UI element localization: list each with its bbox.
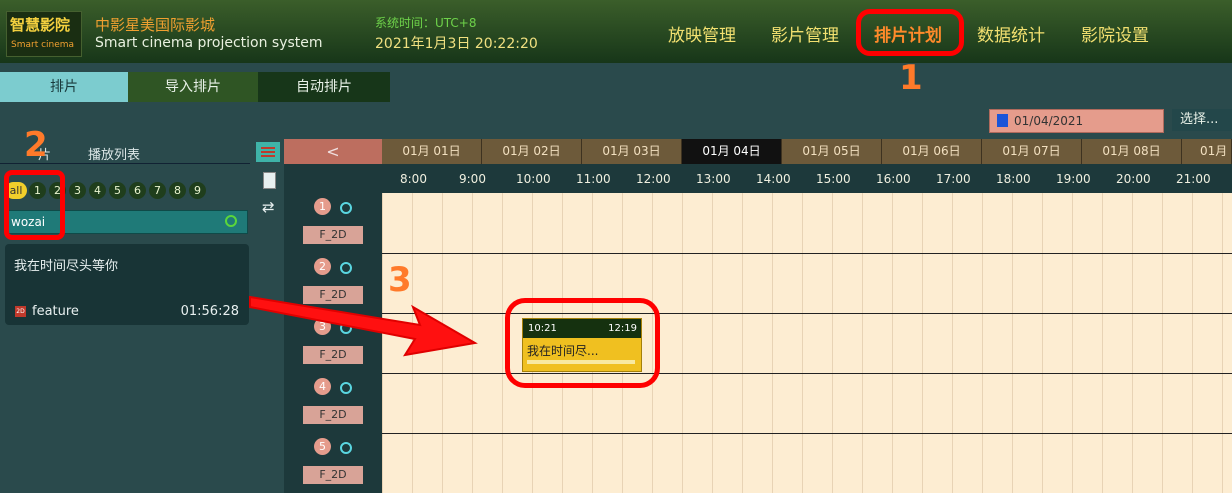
nav-statistics[interactable]: 数据统计 (977, 21, 1045, 46)
hour-label: 21:00 (1176, 172, 1211, 186)
filter-3[interactable]: 3 (69, 182, 86, 199)
hour-label: 8:00 (400, 172, 427, 186)
hall-format[interactable]: F_2D (303, 406, 363, 424)
hour-label: 12:00 (636, 172, 671, 186)
tab-playlist[interactable]: 播放列表 (88, 144, 140, 163)
system-time-value: 2021年1月3日 20:22:20 (375, 36, 538, 52)
day-tab[interactable]: 01月 05日 (782, 139, 882, 164)
day-tab[interactable]: 01月 07日 (982, 139, 1082, 164)
row-divider (382, 253, 1232, 254)
annotation-ring-session (505, 298, 660, 388)
tab-import-schedule[interactable]: 导入排片 (128, 72, 258, 102)
hall-format[interactable]: F_2D (303, 466, 363, 484)
nav-screening[interactable]: 放映管理 (668, 21, 736, 46)
day-tab[interactable]: 01月 06日 (882, 139, 982, 164)
hour-label: 16:00 (876, 172, 911, 186)
hour-label: 9:00 (459, 172, 486, 186)
hall-number: 5 (314, 438, 331, 455)
logo-cn: 智慧影院 (10, 16, 71, 34)
film-title: 我在时间尽头等你 (14, 259, 119, 274)
cinema-name: 中影星美国际影城 (95, 16, 216, 34)
app-subtitle: Smart cinema projection system (95, 35, 323, 51)
day-tab[interactable]: 01月 02日 (482, 139, 582, 164)
filter-9[interactable]: 9 (189, 182, 206, 199)
nav-films[interactable]: 影片管理 (771, 21, 839, 46)
hall-format[interactable]: F_2D (303, 226, 363, 244)
annotation-ring-nav (856, 9, 964, 56)
annotation-arrow-icon (249, 295, 478, 357)
schedule-tabs: 排片 导入排片 自动排片 (0, 72, 390, 102)
film-type: feature (32, 304, 79, 319)
tab-auto-schedule[interactable]: 自动排片 (258, 72, 390, 102)
filter-7[interactable]: 7 (149, 182, 166, 199)
hour-label: 17:00 (936, 172, 971, 186)
search-icon[interactable] (225, 215, 237, 227)
swap-icon[interactable]: ⇄ (262, 198, 275, 216)
hour-label: 11:00 (576, 172, 611, 186)
hall-number: 4 (314, 378, 331, 395)
filter-6[interactable]: 6 (129, 182, 146, 199)
film-card[interactable]: 我在时间尽头等你 2D feature 01:56:28 (5, 244, 249, 325)
check-icon[interactable] (340, 262, 352, 274)
hall-number: 2 (314, 258, 331, 275)
select-date-button[interactable]: 选择... (1172, 109, 1232, 131)
row-divider (382, 433, 1232, 434)
annotation-ring-filter (4, 170, 65, 240)
film-duration: 01:56:28 (180, 304, 239, 319)
tab-schedule[interactable]: 排片 (0, 72, 128, 102)
hour-ruler: 8:00 9:00 10:00 11:00 12:00 13:00 14:00 … (382, 164, 1232, 193)
hour-label: 14:00 (756, 172, 791, 186)
date-input[interactable]: 01/04/2021 (989, 109, 1164, 133)
hour-label: 20:00 (1116, 172, 1151, 186)
day-tab[interactable]: 01月 01日 (382, 139, 482, 164)
hour-label: 15:00 (816, 172, 851, 186)
annotation-mark-1: 1 (899, 58, 923, 98)
filter-5[interactable]: 5 (109, 182, 126, 199)
annotation-mark-2: 2 (24, 125, 48, 165)
check-icon[interactable] (340, 382, 352, 394)
hour-label: 19:00 (1056, 172, 1091, 186)
app-logo: 智慧影院 Smart cinema (6, 11, 82, 57)
hour-label: 10:00 (516, 172, 551, 186)
hour-label: 18:00 (996, 172, 1031, 186)
day-tab[interactable]: 01月 (1182, 139, 1232, 164)
document-icon[interactable] (263, 172, 276, 189)
nav-cinema-settings[interactable]: 影院设置 (1081, 21, 1149, 46)
check-icon[interactable] (340, 442, 352, 454)
hour-label: 13:00 (696, 172, 731, 186)
check-icon[interactable] (340, 202, 352, 214)
day-tab[interactable]: 01月 08日 (1082, 139, 1182, 164)
tool-column: ⇄ (254, 140, 284, 230)
system-time-label: 系统时间：UTC+8 (375, 16, 477, 30)
filter-4[interactable]: 4 (89, 182, 106, 199)
day-tab[interactable]: 01月 03日 (582, 139, 682, 164)
hall-number: 1 (314, 198, 331, 215)
filter-8[interactable]: 8 (169, 182, 186, 199)
film-type-icon: 2D (15, 306, 26, 317)
day-strip: 01月 01日 01月 02日 01月 03日 01月 04日 01月 05日 … (382, 139, 1232, 164)
calendar-icon (997, 114, 1008, 127)
day-tab-selected[interactable]: 01月 04日 (682, 139, 782, 164)
logo-en: Smart cinema (11, 40, 75, 50)
date-value: 01/04/2021 (1014, 114, 1084, 128)
previous-day-button[interactable]: < (284, 139, 382, 164)
grid-view-icon[interactable] (256, 142, 280, 162)
